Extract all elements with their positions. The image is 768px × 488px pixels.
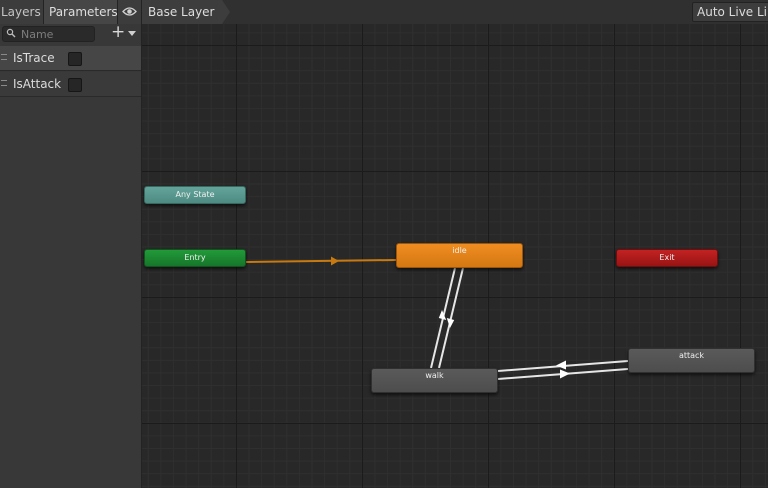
state-node-idle[interactable]: idle xyxy=(396,243,523,268)
auto-live-link-button[interactable]: Auto Live Lin xyxy=(692,2,768,22)
auto-live-link-label: Auto Live Lin xyxy=(697,5,768,19)
add-parameter-button[interactable]: + xyxy=(109,22,139,42)
state-label: walk xyxy=(425,371,444,380)
breadcrumb-arrow xyxy=(222,0,230,24)
breadcrumb-base-layer[interactable]: Base Layer xyxy=(142,0,222,24)
eye-icon xyxy=(122,7,137,16)
parameter-checkbox[interactable] xyxy=(68,78,82,92)
parameter-name: IsTrace xyxy=(13,51,55,65)
breadcrumb-label: Base Layer xyxy=(148,5,215,19)
chevron-down-icon xyxy=(128,31,136,36)
parameter-search-row: + xyxy=(0,22,141,44)
parameter-checkbox[interactable] xyxy=(68,52,82,66)
parameter-name: IsAttack xyxy=(13,77,62,91)
search-input[interactable] xyxy=(21,27,91,41)
visibility-toggle-button[interactable] xyxy=(118,0,141,24)
search-icon xyxy=(6,28,16,38)
transition-attack-walk[interactable] xyxy=(497,360,629,372)
state-label: Entry xyxy=(184,253,206,262)
state-label: Exit xyxy=(659,253,675,262)
tab-layers[interactable]: Layers xyxy=(0,0,44,24)
state-node-walk[interactable]: walk xyxy=(371,368,498,393)
state-node-exit[interactable]: Exit xyxy=(616,249,718,267)
tab-parameters[interactable]: Parameters xyxy=(44,0,118,24)
transition-entry-idle[interactable] xyxy=(245,256,397,266)
state-label: idle xyxy=(452,246,467,255)
drag-handle-icon[interactable] xyxy=(1,54,7,60)
drag-handle-icon[interactable] xyxy=(1,80,7,86)
parameter-row-istrace[interactable]: IsTrace xyxy=(0,46,141,71)
plus-icon: + xyxy=(111,22,126,42)
state-label: attack xyxy=(678,351,705,360)
parameters-panel: Layers Parameters + IsTrace IsAttack xyxy=(0,0,142,488)
state-machine-graph[interactable]: Any State Entry Exit idle walk attack xyxy=(142,24,768,488)
state-node-attack[interactable]: attack xyxy=(628,348,755,373)
breadcrumb-bar: Base Layer Auto Live Lin xyxy=(142,0,768,25)
state-node-any-state[interactable]: Any State xyxy=(144,186,246,204)
state-label: Any State xyxy=(175,190,215,199)
state-node-entry[interactable]: Entry xyxy=(144,249,246,267)
search-box[interactable] xyxy=(2,26,95,42)
parameter-row-isattack[interactable]: IsAttack xyxy=(0,72,141,97)
